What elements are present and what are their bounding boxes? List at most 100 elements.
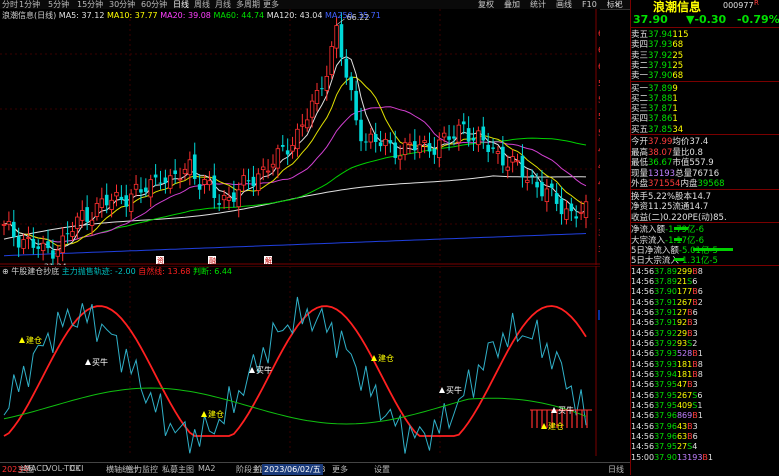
indicator-tab[interactable]: 更多 [332, 464, 348, 475]
tick-time: 14:56 [631, 287, 655, 297]
tick-count: 4 [692, 442, 698, 452]
tick-time: 14:56 [631, 349, 655, 359]
tick-price: 37.95 [654, 380, 677, 390]
menu-item[interactable]: 复权 [478, 0, 494, 9]
tick-count: 1 [707, 452, 714, 462]
close-icon[interactable]: ✕ [614, 0, 621, 9]
indicator-tab[interactable]: 主力监控 [126, 464, 158, 475]
tick-volume: 92 [676, 318, 688, 328]
price-axis-label: 57.50 [598, 79, 600, 88]
tick-count: 2 [692, 338, 698, 348]
price-axis-label: 52.50 [598, 112, 600, 121]
ask-row: 卖四37.9368 [631, 38, 779, 50]
tick-row: 14:5637.9293S2 [631, 339, 779, 349]
indicator-tab[interactable]: MACD [24, 464, 48, 473]
tick-row: 14:5637.95267S6 [631, 391, 779, 401]
tick-price: 37.95 [654, 442, 677, 452]
tick-price: 37.89 [654, 276, 677, 286]
stat-row: 最低36.67市值557.9 [631, 156, 779, 168]
tick-time: 14:56 [631, 421, 655, 431]
indicator-tab[interactable]: 设置 [374, 464, 390, 475]
price-axis-label: 37.50 [598, 212, 600, 221]
price-axis-label: 42.50 [598, 179, 600, 188]
price-change-pct: -0.79% [737, 13, 779, 26]
menu-item[interactable]: 叠加 [504, 0, 520, 9]
chart-legend: 浪潮信息(日线) MA5: 37.12 MA10: 37.77 MA20: 39… [2, 10, 381, 20]
period-label[interactable]: 日线 [608, 464, 624, 475]
stat-row: 净资11.25流通14.7 [631, 200, 779, 212]
signal-label: 买牛 [446, 385, 462, 395]
signal-label: 建仓 [378, 353, 394, 363]
tick-price: 37.89 [654, 266, 677, 276]
tick-volume: 27 [676, 442, 688, 452]
event-marker: 解 [265, 256, 272, 265]
tick-count: 2 [697, 297, 703, 307]
tick-volume: 181 [676, 370, 693, 379]
tick-row: 14:5637.9527S4 [631, 442, 779, 452]
tick-row: 14:5637.94181B8 [631, 370, 779, 380]
tick-price: 37.93 [654, 359, 677, 369]
tick-row: 14:5637.89299B8 [631, 267, 779, 277]
indicator-tab[interactable]: 私募主图 [162, 464, 194, 475]
bid-row: 买一37.899 [631, 82, 779, 94]
stat-row: 今开37.99均价37.4 [631, 135, 779, 147]
signal-label: 建仓 [548, 421, 564, 431]
tick-volume: 869 [676, 411, 693, 421]
low-annotation: ←31.24 [37, 262, 67, 265]
tick-volume: 267 [676, 390, 693, 400]
price-axis-label: 40.00 [598, 195, 600, 204]
tick-price: 37.95 [654, 401, 677, 411]
tick-volume: 267 [676, 297, 693, 307]
price-axis-label: 32.50 [598, 245, 600, 254]
signal-label: 建仓 [26, 335, 42, 345]
flow-bar [674, 227, 688, 231]
tick-count: 6 [697, 390, 703, 400]
margin-badge: R [754, 0, 759, 7]
tick-time: 14:56 [631, 359, 655, 369]
tick-time: 14:56 [631, 380, 655, 390]
tick-price: 37.91 [654, 297, 677, 307]
tick-count: 8 [697, 359, 703, 369]
bid-row: 买四37.861 [631, 112, 779, 124]
tick-volume: 29 [676, 328, 688, 338]
tick-price: 37.96 [654, 421, 677, 431]
bottom-tab-bar: 2023年 主图 MACD VOL-TDX CCI 横轴统计 主力监控 私募主图 MA2 阶段主图… [0, 462, 630, 476]
bid-row: 买三37.871 [631, 102, 779, 114]
flow-row: 5日大宗流入 -1.31亿-5 [631, 254, 779, 266]
price-axis-label: 65.00 [598, 29, 600, 38]
indicator-tab[interactable]: CCI [70, 464, 84, 473]
indicator-chart[interactable]: 建仓买牛建仓买牛建仓买牛买牛建仓⊕ 牛股建仓抄底 主力抛售轨迹: -2.00 自… [0, 266, 600, 456]
tick-row: 14:5637.9192B3 [631, 318, 779, 328]
tick-time: 14:56 [631, 401, 655, 411]
tick-time: 14:56 [631, 432, 655, 442]
tick-volume: 13193 [676, 452, 703, 462]
window-controls: ✕ [600, 0, 621, 9]
price-axis-label: 62.50 [598, 46, 600, 55]
tick-volume: 27 [676, 307, 688, 317]
signal-label: 建仓 [208, 409, 224, 419]
tick-price: 37.91 [654, 318, 677, 328]
tick-price: 37.92 [654, 338, 677, 348]
menu-item[interactable]: 统计 [530, 0, 546, 9]
ask-row: 卖三37.9225 [631, 49, 779, 61]
menu-item[interactable]: 画线 [556, 0, 572, 9]
tick-count: 1 [697, 411, 703, 421]
tick-volume: 181 [676, 359, 693, 369]
candlestick-chart[interactable]: 浪潮信息(日线) MA5: 37.12 MA10: 37.77 MA20: 39… [0, 9, 600, 265]
tick-time: 14:56 [631, 297, 655, 307]
price-row: 37.90 ▼-0.30 -0.79% [631, 13, 779, 28]
tick-price: 37.95 [654, 390, 677, 400]
stat-row: 收益(二)0.220PE(动)85. [631, 211, 779, 223]
tick-count: 3 [692, 318, 698, 328]
price-axis-label: 47.50 [598, 145, 600, 154]
tick-row: 14:5637.8921S6 [631, 277, 779, 287]
bid-row: 买五37.8534 [631, 123, 779, 135]
menu-item[interactable]: F10 [582, 0, 597, 9]
tick-price: 37.91 [654, 307, 677, 317]
tick-row: 14:5637.93181B8 [631, 360, 779, 370]
tick-time: 14:56 [631, 307, 655, 317]
flow-row: 净流入额 -1.79亿-6 [631, 223, 779, 235]
tick-row: 14:5637.9229B3 [631, 329, 779, 339]
indicator-tab[interactable]: MA2 [198, 464, 215, 473]
tick-count: 6 [692, 276, 698, 286]
